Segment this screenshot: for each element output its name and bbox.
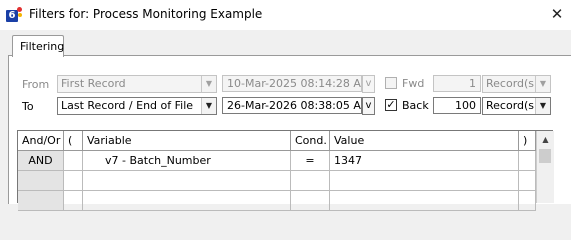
row1-and-or-cell[interactable]: AND xyxy=(18,151,64,171)
to-datetime-value: 26-Mar-2026 08:38:05 AM xyxy=(227,99,362,112)
from-datetime-field[interactable]: 10-Mar-2025 08:14:28 AM xyxy=(222,75,362,92)
back-checkbox[interactable]: ✓ xyxy=(385,99,397,111)
to-unit-value: Record(s) xyxy=(486,99,539,112)
app-icon-glyph: 6 xyxy=(6,10,18,22)
row3-and-or-cell[interactable] xyxy=(18,191,64,211)
scrollbar-thumb[interactable] xyxy=(539,149,551,163)
from-start-select[interactable]: First Record ▼ xyxy=(57,75,217,93)
row3-variable-cell[interactable] xyxy=(83,191,291,211)
row2-close-paren-cell[interactable] xyxy=(519,171,536,191)
from-unit-value: Record(s) xyxy=(486,77,539,90)
to-count-field[interactable]: 100 xyxy=(433,97,481,114)
row3-value-cell[interactable] xyxy=(330,191,519,211)
title-bar: 6 Filters for: Process Monitoring Exampl… xyxy=(0,0,571,30)
row1-open-paren-cell[interactable] xyxy=(64,151,83,171)
fwd-label: Fwd xyxy=(402,77,425,90)
chevron-down-icon: ▼ xyxy=(535,98,550,114)
from-unit-select[interactable]: Record(s) ▼ xyxy=(482,75,551,93)
to-unit-select[interactable]: Record(s) ▼ xyxy=(482,97,551,115)
row1-value-cell[interactable]: 1347 xyxy=(330,151,519,171)
row1-variable-cell[interactable]: v7 - Batch_Number xyxy=(83,151,291,171)
to-label: To xyxy=(22,100,34,113)
row2-open-paren-cell[interactable] xyxy=(64,171,83,191)
column-header-condition[interactable]: Cond. xyxy=(291,131,330,151)
scroll-up-arrow-icon[interactable]: ▲ xyxy=(537,131,554,148)
chevron-down-icon: ▼ xyxy=(201,76,216,92)
close-icon[interactable]: ✕ xyxy=(546,4,568,24)
from-label: From xyxy=(22,78,50,91)
chevron-down-icon: ▼ xyxy=(201,98,216,114)
row2-condition-cell[interactable] xyxy=(291,171,330,191)
fwd-checkbox[interactable] xyxy=(385,77,397,89)
app-icon-yellow-dot xyxy=(18,13,22,17)
row2-value-cell[interactable] xyxy=(330,171,519,191)
to-end-select[interactable]: Last Record / End of File ▼ xyxy=(57,97,217,115)
row1-condition-cell[interactable]: = xyxy=(291,151,330,171)
row2-and-or-cell[interactable] xyxy=(18,171,64,191)
to-datetime-field[interactable]: 26-Mar-2026 08:38:05 AM xyxy=(222,97,362,114)
column-header-close-paren[interactable]: ) xyxy=(519,131,536,151)
back-label: Back xyxy=(402,99,429,112)
column-header-open-paren[interactable]: ( xyxy=(64,131,83,151)
to-end-value: Last Record / End of File xyxy=(61,99,194,112)
column-header-and-or[interactable]: And/Or xyxy=(18,131,64,151)
row2-variable-cell[interactable] xyxy=(83,171,291,191)
filter-grid: And/Or ( Variable Cond. Value ) AND v7 -… xyxy=(17,130,554,211)
chevron-down-icon: ▼ xyxy=(535,76,550,92)
to-v-button[interactable]: v xyxy=(362,97,375,115)
from-datetime-value: 10-Mar-2025 08:14:28 AM xyxy=(227,77,362,90)
window-title: Filters for: Process Monitoring Example xyxy=(29,7,263,21)
tab-filtering[interactable]: Filtering xyxy=(12,35,64,57)
from-count-field[interactable]: 1 xyxy=(433,75,481,92)
row3-condition-cell[interactable] xyxy=(291,191,330,211)
from-v-button[interactable]: v xyxy=(362,75,375,93)
from-start-value: First Record xyxy=(61,77,126,90)
row3-open-paren-cell[interactable] xyxy=(64,191,83,211)
app-icon-red-dot xyxy=(17,7,22,12)
app-icon: 6 xyxy=(6,7,22,23)
row1-close-paren-cell[interactable] xyxy=(519,151,536,171)
row3-close-paren-cell[interactable] xyxy=(519,191,536,211)
column-header-value[interactable]: Value xyxy=(330,131,519,151)
tab-filtering-label: Filtering xyxy=(20,40,65,53)
column-header-variable[interactable]: Variable xyxy=(83,131,291,151)
grid-vertical-scrollbar[interactable]: ▲ xyxy=(536,131,554,203)
